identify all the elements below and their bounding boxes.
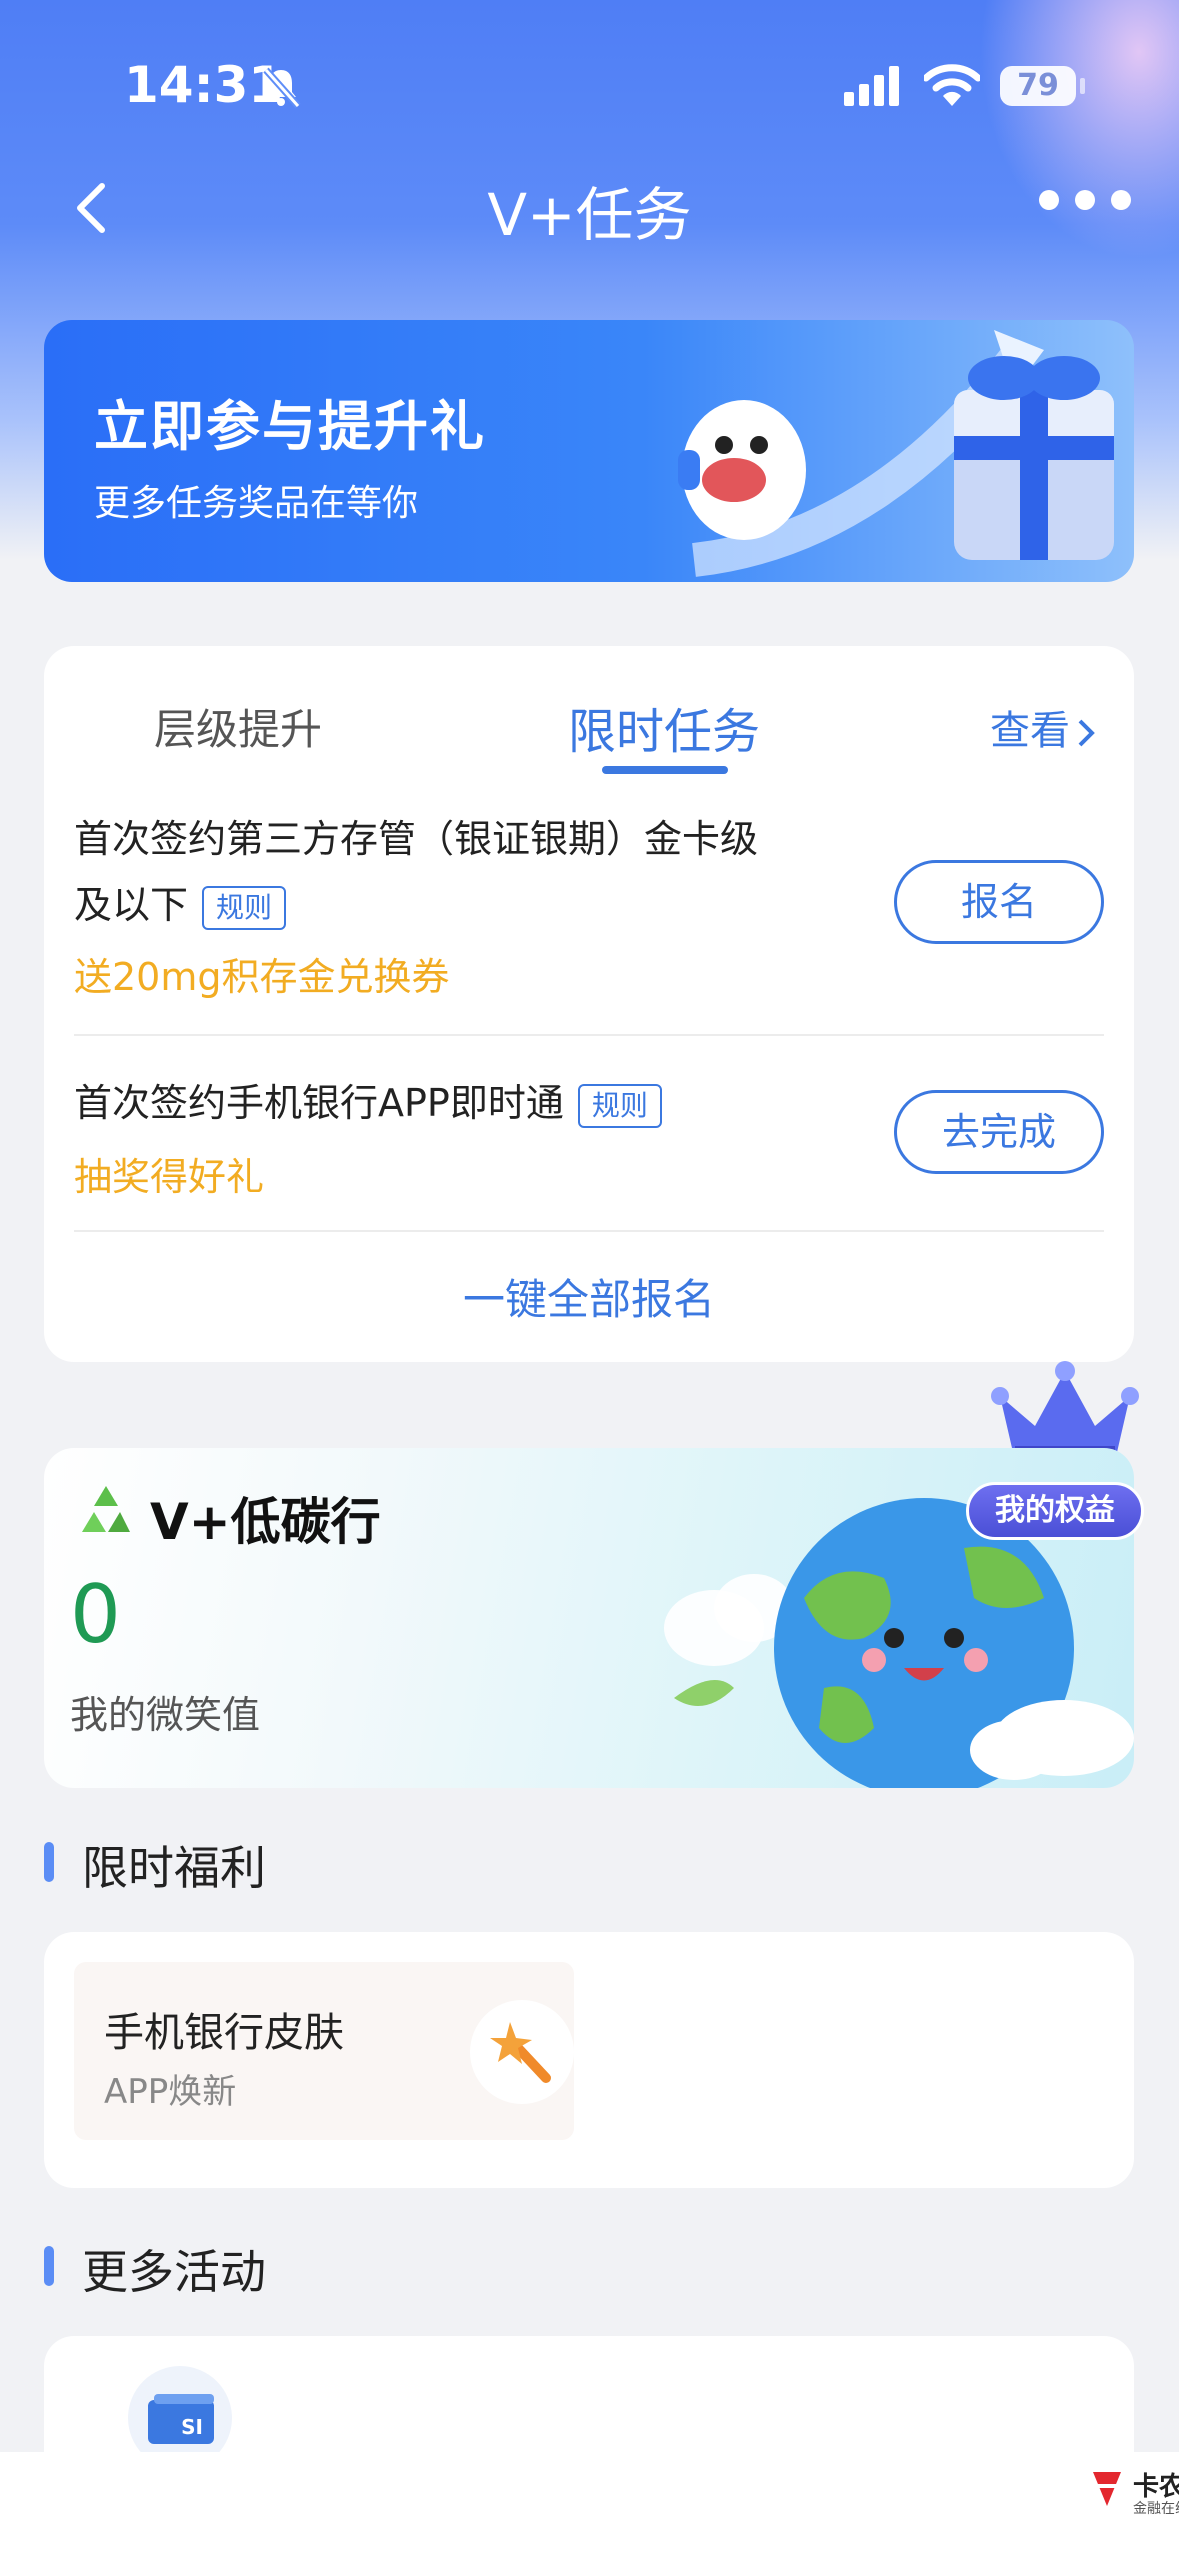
- rule-tag-2[interactable]: 规则: [577, 1083, 662, 1128]
- battery-tip: [1080, 78, 1085, 94]
- view-link[interactable]: 查看: [990, 698, 1098, 756]
- task-card: 层级提升 限时任务 查看 首次签约第三方存管（银证银期）金卡级 及以下 规则 送2…: [44, 646, 1134, 1362]
- task-divider: [74, 1034, 1104, 1036]
- task-name-2-line1: 首次签约手机银行APP即时通: [74, 1081, 564, 1125]
- bell-muted-icon: [263, 67, 301, 109]
- my-rights-badge[interactable]: 我的权益: [966, 1482, 1144, 1540]
- battery-indicator: 79: [1000, 66, 1076, 106]
- task-reward-2: 抽奖得好礼: [74, 1155, 265, 1199]
- section-title-activities: 更多活动: [82, 2245, 266, 2299]
- smile-value: 0: [70, 1568, 121, 1661]
- complete-button[interactable]: 去完成: [894, 1090, 1104, 1174]
- watermark-subtitle: 金融在线教育: [1133, 2501, 1179, 2517]
- banner-subtitle: 更多任务奖品在等你: [94, 483, 419, 524]
- active-tab-indicator: [602, 766, 728, 774]
- carbon-title: V+低碳行: [150, 1493, 381, 1551]
- skin-item-subtitle: APP焕新: [104, 2072, 237, 2112]
- view-label: 查看: [990, 708, 1070, 754]
- recycle-icon: [82, 1486, 130, 1532]
- cellular-signal-icon: [844, 66, 899, 106]
- chevron-right-icon: [1078, 719, 1095, 747]
- watermark-logo: [1093, 2472, 1121, 2506]
- section-marker: [44, 1842, 54, 1882]
- section-marker: [44, 2246, 54, 2286]
- bottom-area: [0, 2452, 1179, 2556]
- watermark: 卡农社区 金融在线教育: [1087, 2466, 1179, 2517]
- task-name-2: 首次签约手机银行APP即时通 规则: [74, 1070, 662, 1136]
- task-name-1-line2: 及以下: [74, 883, 189, 927]
- sign-all-button[interactable]: 一键全部报名: [44, 1266, 1134, 1327]
- nav-bar: V+任务: [0, 150, 1179, 260]
- promo-banner[interactable]: 立即参与提升礼 更多任务奖品在等你: [44, 320, 1134, 582]
- smile-value-label: 我的微笑值: [70, 1693, 261, 1737]
- more-menu-icon[interactable]: [1031, 190, 1151, 220]
- task-reward-1: 送20mg积存金兑换券: [74, 955, 450, 999]
- status-bar: 14:31 79: [0, 0, 1179, 150]
- tab-level-up[interactable]: 层级提升: [154, 696, 322, 757]
- page-title: V+任务: [487, 181, 692, 249]
- task-name-1-line2-row: 及以下 规则: [74, 872, 758, 938]
- welfare-card: 手机银行皮肤 APP焕新: [44, 1932, 1134, 2188]
- signup-button[interactable]: 报名: [894, 860, 1104, 944]
- skin-item-title: 手机银行皮肤: [104, 2010, 344, 2056]
- wifi-icon: [924, 64, 980, 106]
- svg-text:SI: SI: [181, 2415, 203, 2439]
- tab-limited-tasks[interactable]: 限时任务: [568, 692, 760, 762]
- task-name-1-line1: 首次签约第三方存管（银证银期）金卡级: [74, 817, 759, 861]
- gift-mascot-illustration: [678, 330, 1114, 577]
- task-divider: [74, 1230, 1104, 1232]
- section-title-welfare: 限时福利: [82, 1841, 266, 1895]
- skin-item[interactable]: 手机银行皮肤 APP焕新: [74, 1962, 574, 2140]
- rule-tag-1[interactable]: 规则: [202, 885, 287, 930]
- banner-title: 立即参与提升礼: [94, 395, 486, 458]
- task-name-1: 首次签约第三方存管（银证银期）金卡级 及以下 规则: [74, 806, 758, 938]
- magic-wand-icon: [470, 2000, 574, 2104]
